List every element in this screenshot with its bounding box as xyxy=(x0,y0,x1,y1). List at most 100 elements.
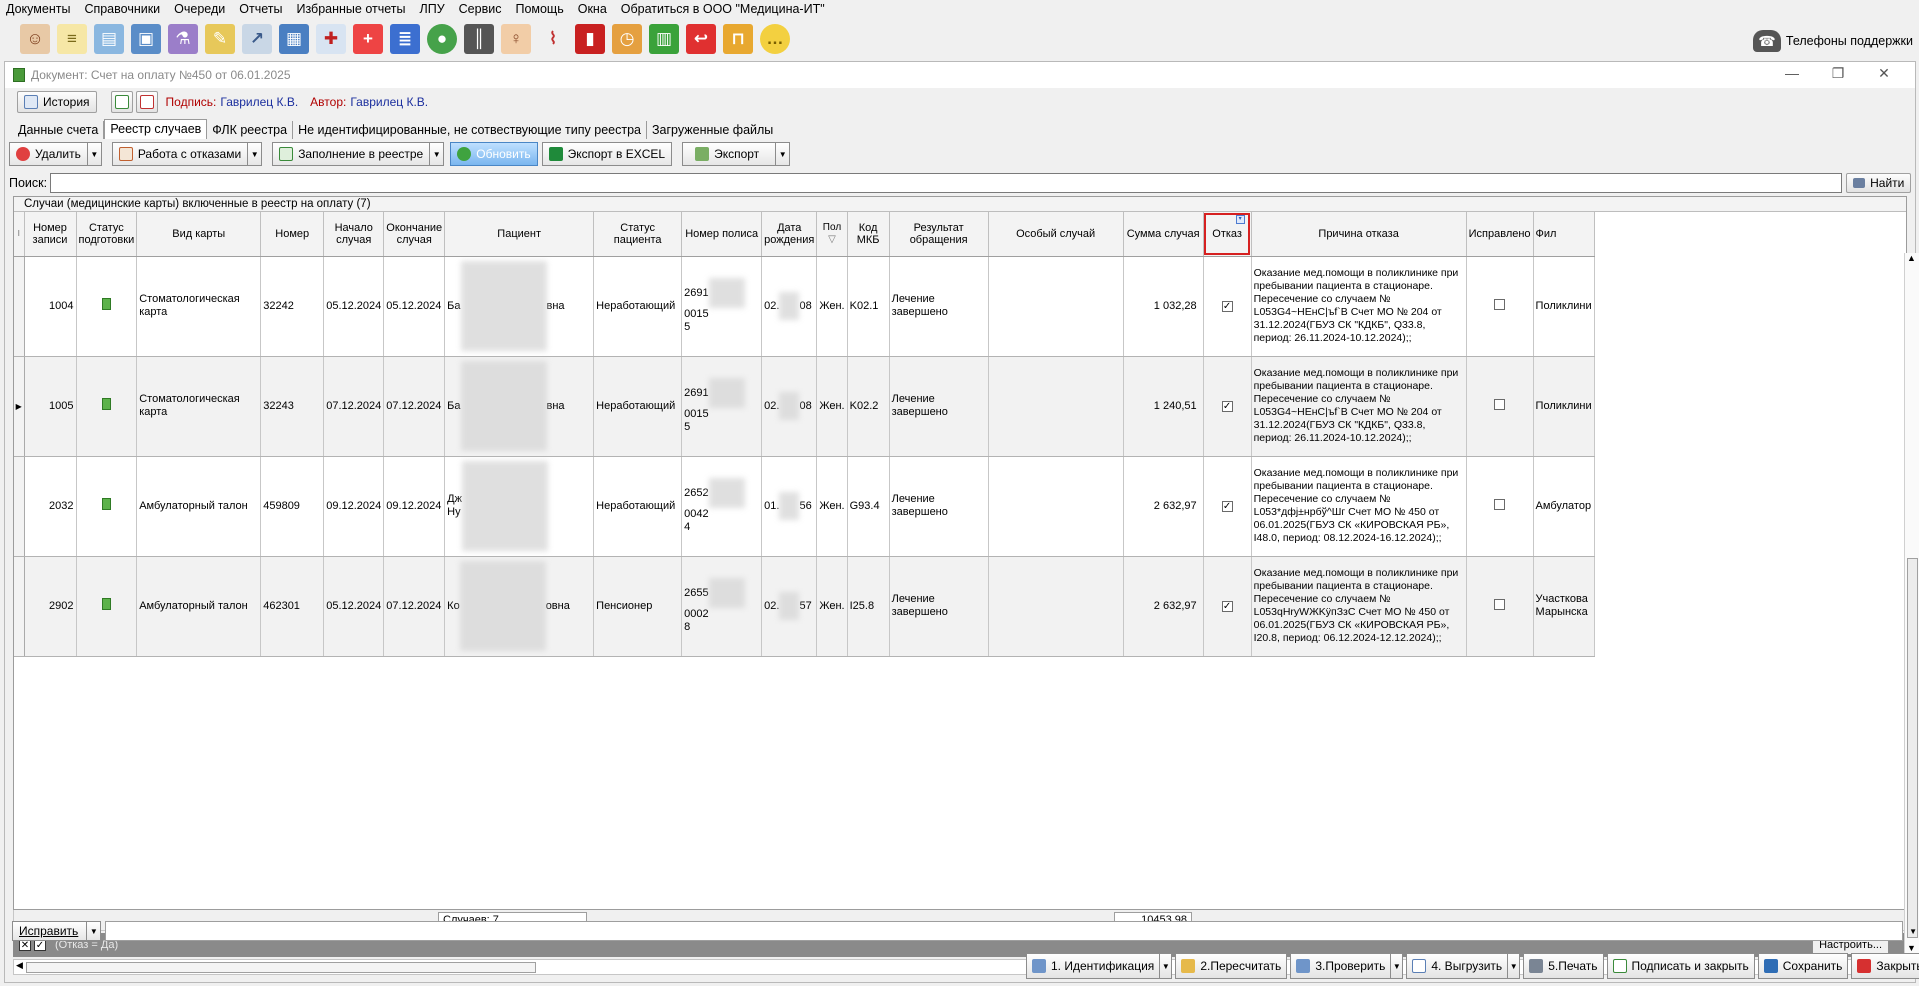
delete-dropdown-arrow[interactable]: ▼ xyxy=(86,143,101,165)
fixed-checkbox[interactable] xyxy=(1494,498,1506,510)
col-header-patient-status[interactable]: Статус пациента xyxy=(593,212,683,257)
barcode-scanner-icon[interactable]: ║ xyxy=(464,24,494,54)
menu-favorite-reports[interactable]: Избранные отчеты xyxy=(296,2,405,16)
menu-windows[interactable]: Окна xyxy=(578,2,607,16)
close-document-button[interactable]: Закрыть xyxy=(1851,953,1919,979)
export-dropdown-arrow[interactable]: ▼ xyxy=(775,143,789,165)
refusal-checkbox[interactable]: ✓ xyxy=(1221,500,1233,512)
refusal-checkbox[interactable]: ✓ xyxy=(1221,400,1233,412)
col-header-special[interactable]: Особый случай xyxy=(988,212,1124,257)
doctor-icon[interactable]: ☺ xyxy=(20,24,50,54)
red-book-icon[interactable]: ▮ xyxy=(575,24,605,54)
col-header-reason[interactable]: Причина отказа xyxy=(1251,212,1467,257)
nurse-icon[interactable]: ♀ xyxy=(501,24,531,54)
vertical-scrollbar[interactable]: ▲ ▼ xyxy=(1904,253,1919,953)
menu-references[interactable]: Справочники xyxy=(84,2,160,16)
horizontal-scroll-thumb[interactable] xyxy=(26,962,536,973)
col-header-start[interactable]: Начало случая xyxy=(323,212,385,257)
col-header-prep-status[interactable]: Статус подготовки xyxy=(76,212,138,257)
tab-case-registry[interactable]: Реестр случаев xyxy=(104,119,208,139)
schedule-icon[interactable]: ◷ xyxy=(612,24,642,54)
check-button[interactable]: 3.Проверить ▼ xyxy=(1290,953,1404,979)
fix-button[interactable]: Исправить ▼ xyxy=(12,921,102,941)
tab-unidentified[interactable]: Не идентифицированные, не сотвествующие … xyxy=(293,121,647,139)
refusal-checkbox[interactable]: ✓ xyxy=(1221,600,1233,612)
refusals-dropdown-arrow[interactable]: ▼ xyxy=(247,143,261,165)
export-excel-button[interactable]: Экспорт в EXCEL xyxy=(541,142,673,166)
row-indicator[interactable] xyxy=(14,556,25,657)
col-header-refusal[interactable]: Отказ ▾ xyxy=(1203,212,1252,257)
column-filter-icon[interactable]: ▾ xyxy=(1235,215,1245,224)
col-header-patient[interactable]: Пациент xyxy=(444,212,595,257)
menu-lpu[interactable]: ЛПУ xyxy=(420,2,445,16)
col-header-branch[interactable]: Фил xyxy=(1533,212,1595,257)
lab-flask-icon[interactable]: ⚗ xyxy=(168,24,198,54)
ambulance-icon[interactable]: ✚ xyxy=(316,24,346,54)
menu-queues[interactable]: Очереди xyxy=(174,2,225,16)
thermometer-icon[interactable]: ⌇ xyxy=(538,24,568,54)
id-card-icon[interactable]: ▣ xyxy=(131,24,161,54)
scroll-left-arrow[interactable]: ◀ xyxy=(16,960,23,971)
fixed-checkbox[interactable] xyxy=(1494,398,1506,410)
green-lock-icon[interactable]: ▥ xyxy=(649,24,679,54)
col-header-fixed[interactable]: Исправлено xyxy=(1466,212,1534,257)
fix-input[interactable] xyxy=(105,921,1904,941)
find-button[interactable]: Найти xyxy=(1846,173,1912,193)
identification-button[interactable]: 1. Идентификация ▼ xyxy=(1026,953,1173,979)
upload-button[interactable]: 4. Выгрузить ▼ xyxy=(1406,953,1521,979)
identification-dropdown-arrow[interactable]: ▼ xyxy=(1159,954,1171,978)
fix-dropdown-arrow[interactable]: ▼ xyxy=(86,922,100,940)
sign-check-button[interactable] xyxy=(110,91,133,113)
unsign-button[interactable] xyxy=(135,91,158,113)
minimize-button[interactable]: — xyxy=(1769,65,1815,82)
refusal-checkbox[interactable]: ✓ xyxy=(1221,300,1233,312)
exit-icon[interactable]: ↩ xyxy=(686,24,716,54)
col-header-number[interactable]: Номер xyxy=(260,212,325,257)
col-header-mkb[interactable]: Код МКБ xyxy=(847,212,890,257)
menu-contact-vendor[interactable]: Обратиться в ООО "Медицина-ИТ" xyxy=(621,2,825,16)
row-indicator[interactable] xyxy=(14,256,25,357)
notepad-icon[interactable]: ≡ xyxy=(57,24,87,54)
fix-input-dropdown-arrow[interactable]: ▼ xyxy=(1909,927,1917,936)
fixed-checkbox[interactable] xyxy=(1494,598,1506,610)
books-icon[interactable]: ≣ xyxy=(390,24,420,54)
check-dropdown-arrow[interactable]: ▼ xyxy=(1390,954,1402,978)
menu-reports[interactable]: Отчеты xyxy=(239,2,282,16)
col-header-birth-date[interactable]: Дата рождения xyxy=(761,212,818,257)
calendar-icon[interactable]: ▦ xyxy=(279,24,309,54)
sign-and-close-button[interactable]: Подписать и закрыть xyxy=(1606,953,1755,979)
close-button[interactable]: ✕ xyxy=(1861,65,1907,82)
tab-uploaded-files[interactable]: Загруженные файлы xyxy=(647,121,778,139)
tab-flk-registry[interactable]: ФЛК реестра xyxy=(207,121,294,139)
table-row[interactable]: ▶ 1005 Стоматологическая карта 32243 07.12.2… xyxy=(14,356,1595,457)
col-header-end[interactable]: Окончание случая xyxy=(383,212,446,257)
syringe-icon[interactable]: ↗ xyxy=(242,24,272,54)
table-row[interactable]: 2902 Амбулаторный талон 462301 05.12.2024 07… xyxy=(14,556,1595,657)
restore-button[interactable]: ❐ xyxy=(1815,65,1861,82)
menu-help[interactable]: Помощь xyxy=(515,2,563,16)
export-button[interactable]: Экспорт ▼ xyxy=(682,142,791,166)
card-index-icon[interactable]: ▤ xyxy=(94,24,124,54)
support-phones[interactable]: ☎ Телефоны поддержки xyxy=(1752,30,1913,52)
table-row[interactable]: 2032 Амбулаторный талон 459809 09.12.2024 09… xyxy=(14,456,1595,557)
table-row[interactable]: 1004 Стоматологическая карта 32242 05.12.20… xyxy=(14,256,1595,357)
recalculate-button[interactable]: 2.Пересчитать xyxy=(1175,953,1288,979)
col-header-record[interactable]: Номер записи xyxy=(24,212,77,257)
chat-bubble-icon[interactable]: … xyxy=(760,24,790,54)
print-button[interactable]: 5.Печать xyxy=(1523,953,1604,979)
col-header-policy[interactable]: Номер полиса xyxy=(681,212,763,257)
scroll-up-arrow[interactable]: ▲ xyxy=(1907,253,1916,263)
fill-dropdown-arrow[interactable]: ▼ xyxy=(429,143,443,165)
menu-documents[interactable]: Документы xyxy=(6,2,70,16)
save-button[interactable]: Сохранить xyxy=(1757,953,1849,979)
search-input[interactable] xyxy=(50,173,1843,193)
col-header-result[interactable]: Результат обращения xyxy=(889,212,989,257)
fixed-checkbox[interactable] xyxy=(1494,298,1506,310)
vertical-scroll-thumb[interactable] xyxy=(1907,558,1918,938)
first-aid-icon[interactable]: + xyxy=(353,24,383,54)
globe-icon[interactable]: ● xyxy=(427,24,457,54)
row-indicator[interactable]: ▶ xyxy=(14,356,25,457)
menu-service[interactable]: Сервис xyxy=(459,2,502,16)
row-indicator[interactable] xyxy=(14,456,25,557)
fill-registry-button[interactable]: Заполнение в реестре ▼ xyxy=(272,142,445,166)
